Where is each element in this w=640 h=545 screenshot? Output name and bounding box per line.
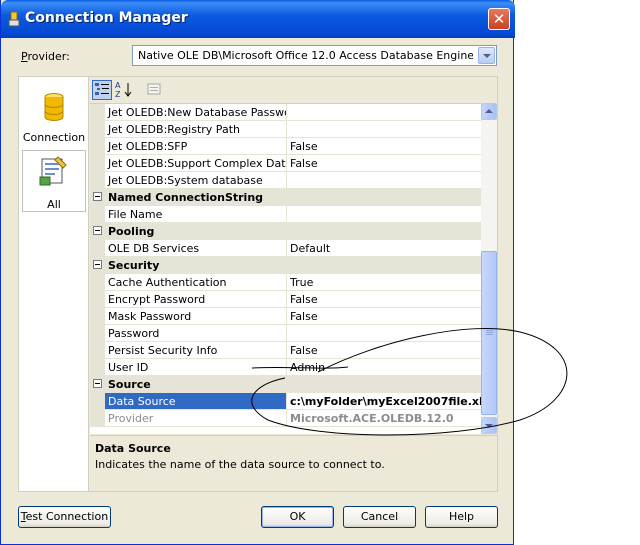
categorized-button[interactable] — [92, 80, 112, 100]
property-name: Mask Password — [105, 308, 287, 325]
alphabetical-button[interactable]: A Z — [114, 80, 134, 100]
property-row[interactable]: Jet OLEDB:New Database Password — [90, 104, 481, 121]
property-name: OLE DB Services — [105, 240, 287, 257]
connection-manager-app-icon — [8, 11, 20, 27]
property-value[interactable]: c:\myFolder\myExcel2007file.xls — [287, 393, 481, 410]
property-name: Jet OLEDB:Support Complex Data — [105, 155, 287, 172]
property-name: Persist Security Info — [105, 342, 287, 359]
property-row[interactable]: Persist Security Info False — [90, 342, 481, 359]
nav-item-connection[interactable]: Connection — [22, 89, 86, 151]
property-row[interactable]: Jet OLEDB:Support Complex Data False — [90, 155, 481, 172]
property-pages-icon — [147, 83, 161, 95]
collapse-icon[interactable] — [93, 379, 102, 388]
property-row[interactable]: Jet OLEDB:Registry Path — [90, 121, 481, 138]
property-row[interactable]: Encrypt Password False — [90, 291, 481, 308]
provider-dropdown[interactable]: Native OLE DB\Microsoft Office 12.0 Acce… — [132, 45, 497, 66]
window-title: Connection Manager — [25, 10, 188, 26]
property-value[interactable]: False — [287, 138, 481, 155]
collapse-icon[interactable] — [93, 260, 102, 269]
provider-label: Provider: — [21, 50, 70, 63]
property-row[interactable]: Password — [90, 325, 481, 342]
test-button-label: est Connection — [25, 510, 109, 523]
property-row[interactable]: Mask Password False — [90, 308, 481, 325]
scroll-thumb[interactable] — [481, 251, 497, 415]
description-text: Indicates the name of the data source to… — [95, 458, 385, 471]
category-row-source[interactable]: Source — [90, 376, 481, 393]
description-title: Data Source — [95, 442, 171, 455]
property-row[interactable]: Jet OLEDB:System database — [90, 172, 481, 189]
property-row[interactable]: OLE DB Services Default — [90, 240, 481, 257]
chevron-down-icon[interactable] — [478, 47, 495, 64]
property-name: File Name — [105, 206, 287, 223]
scroll-down-button[interactable] — [481, 417, 497, 434]
collapse-icon[interactable] — [93, 192, 102, 201]
category-row-pooling[interactable]: Pooling — [90, 223, 481, 240]
alphabetical-sort-icon: A Z — [115, 81, 132, 99]
test-connection-button[interactable]: Test Connection — [18, 506, 111, 528]
property-grid: Jet OLEDB:New Database Password Jet OLED… — [90, 103, 497, 434]
property-value[interactable]: Default — [287, 240, 481, 257]
collapse-icon[interactable] — [93, 226, 102, 235]
property-grid-toolbar: A Z — [90, 77, 497, 103]
cancel-button[interactable]: Cancel — [343, 506, 416, 528]
title-bar[interactable]: Connection Manager ✕ — [1, 0, 515, 38]
property-name: Jet OLEDB:New Database Password — [105, 104, 287, 121]
category-label: Security — [108, 259, 160, 272]
property-value[interactable] — [287, 104, 481, 121]
provider-dropdown-value: Native OLE DB\Microsoft Office 12.0 Acce… — [138, 49, 473, 62]
categorized-icon — [95, 83, 109, 95]
page-navigation: Connection All — [19, 77, 89, 491]
category-row-security[interactable]: Security — [90, 257, 481, 274]
provider-label-text: rovider: — [27, 50, 70, 63]
svg-text:A: A — [115, 81, 121, 90]
properties-page-icon — [39, 156, 67, 186]
category-label: Source — [108, 378, 151, 391]
property-value[interactable]: True — [287, 274, 481, 291]
property-row[interactable]: Jet OLEDB:SFP False — [90, 138, 481, 155]
property-row[interactable]: User ID Admin — [90, 359, 481, 376]
property-name: Jet OLEDB:SFP — [105, 138, 287, 155]
property-value[interactable] — [287, 121, 481, 138]
database-icon — [44, 93, 64, 121]
property-value[interactable] — [287, 206, 481, 223]
property-row-selected[interactable]: Data Source c:\myFolder\myExcel2007file.x… — [90, 393, 481, 410]
property-value[interactable]: False — [287, 155, 481, 172]
close-button[interactable]: ✕ — [488, 8, 510, 30]
property-name: Data Source — [105, 393, 287, 410]
property-value[interactable]: Admin — [287, 359, 481, 376]
property-row[interactable]: File Name — [90, 206, 481, 223]
property-name: User ID — [105, 359, 287, 376]
property-row[interactable]: Cache Authentication True — [90, 274, 481, 291]
scroll-up-button[interactable] — [481, 103, 497, 120]
nav-item-label: Connection — [22, 131, 86, 144]
property-grid-scrollbar[interactable] — [481, 103, 497, 434]
property-value[interactable]: False — [287, 291, 481, 308]
connection-manager-dialog: Connection Manager ✕ Provider: Native OL… — [0, 0, 515, 545]
property-value: Microsoft.ACE.OLEDB.12.0 — [287, 410, 481, 427]
property-name: Encrypt Password — [105, 291, 287, 308]
property-name: Jet OLEDB:Registry Path — [105, 121, 287, 138]
property-value[interactable]: False — [287, 342, 481, 359]
help-button[interactable]: Help — [425, 506, 498, 528]
property-value[interactable] — [287, 325, 481, 342]
property-value[interactable] — [287, 172, 481, 189]
property-row-disabled[interactable]: Provider Microsoft.ACE.OLEDB.12.0 — [90, 410, 481, 427]
property-pages-button[interactable] — [145, 80, 165, 100]
property-name: Password — [105, 325, 287, 342]
property-name: Cache Authentication — [105, 274, 287, 291]
svg-text:Z: Z — [115, 90, 121, 99]
property-value[interactable]: False — [287, 308, 481, 325]
nav-item-all[interactable]: All — [22, 150, 86, 212]
ok-button[interactable]: OK — [261, 506, 334, 528]
property-name: Jet OLEDB:System database — [105, 172, 287, 189]
description-pane: Data Source Indicates the name of the da… — [90, 435, 497, 491]
category-label: Pooling — [108, 225, 155, 238]
property-name: Provider — [105, 410, 287, 427]
category-row-named-connectionstring[interactable]: Named ConnectionString — [90, 189, 481, 206]
nav-item-label: All — [47, 198, 61, 211]
category-label: Named ConnectionString — [108, 191, 264, 204]
